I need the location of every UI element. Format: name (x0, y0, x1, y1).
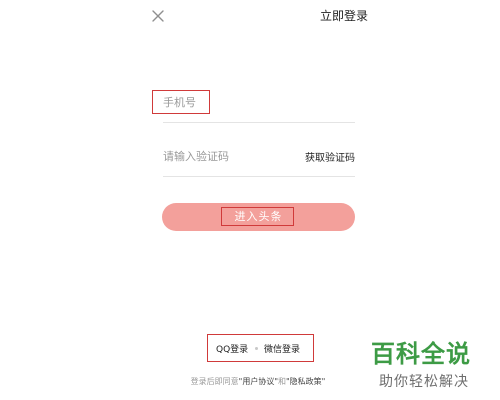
login-screen: 立即登录 获取验证码 进入头条 QQ登录 微信登录 登录后即同意"用户协议"和"… (0, 0, 500, 400)
privacy-policy-link[interactable]: "隐私政策" (286, 377, 325, 386)
separator-dot (255, 347, 258, 350)
watermark-title-row: 百科全说 (371, 339, 495, 369)
qq-login-button[interactable]: QQ登录 (216, 342, 248, 355)
phone-field (163, 90, 355, 123)
social-login-row: QQ登录 微信登录 (214, 342, 314, 356)
agreement-and: 和 (278, 377, 286, 386)
login-now-link[interactable]: 立即登录 (320, 7, 368, 24)
agreement-prefix: 登录后即同意 (190, 377, 239, 386)
phone-input[interactable] (163, 90, 323, 114)
close-icon[interactable] (147, 5, 169, 27)
verification-code-field: 获取验证码 (163, 144, 355, 177)
agreement-text: 登录后即同意"用户协议"和"隐私政策" (0, 376, 500, 387)
get-code-button[interactable]: 获取验证码 (305, 149, 355, 164)
watermark-title: 百科全说 (371, 340, 471, 368)
verification-code-input[interactable] (163, 144, 293, 168)
enter-button[interactable]: 进入头条 (162, 203, 355, 231)
wechat-login-button[interactable]: 微信登录 (264, 342, 300, 355)
user-agreement-link[interactable]: "用户协议" (239, 377, 278, 386)
